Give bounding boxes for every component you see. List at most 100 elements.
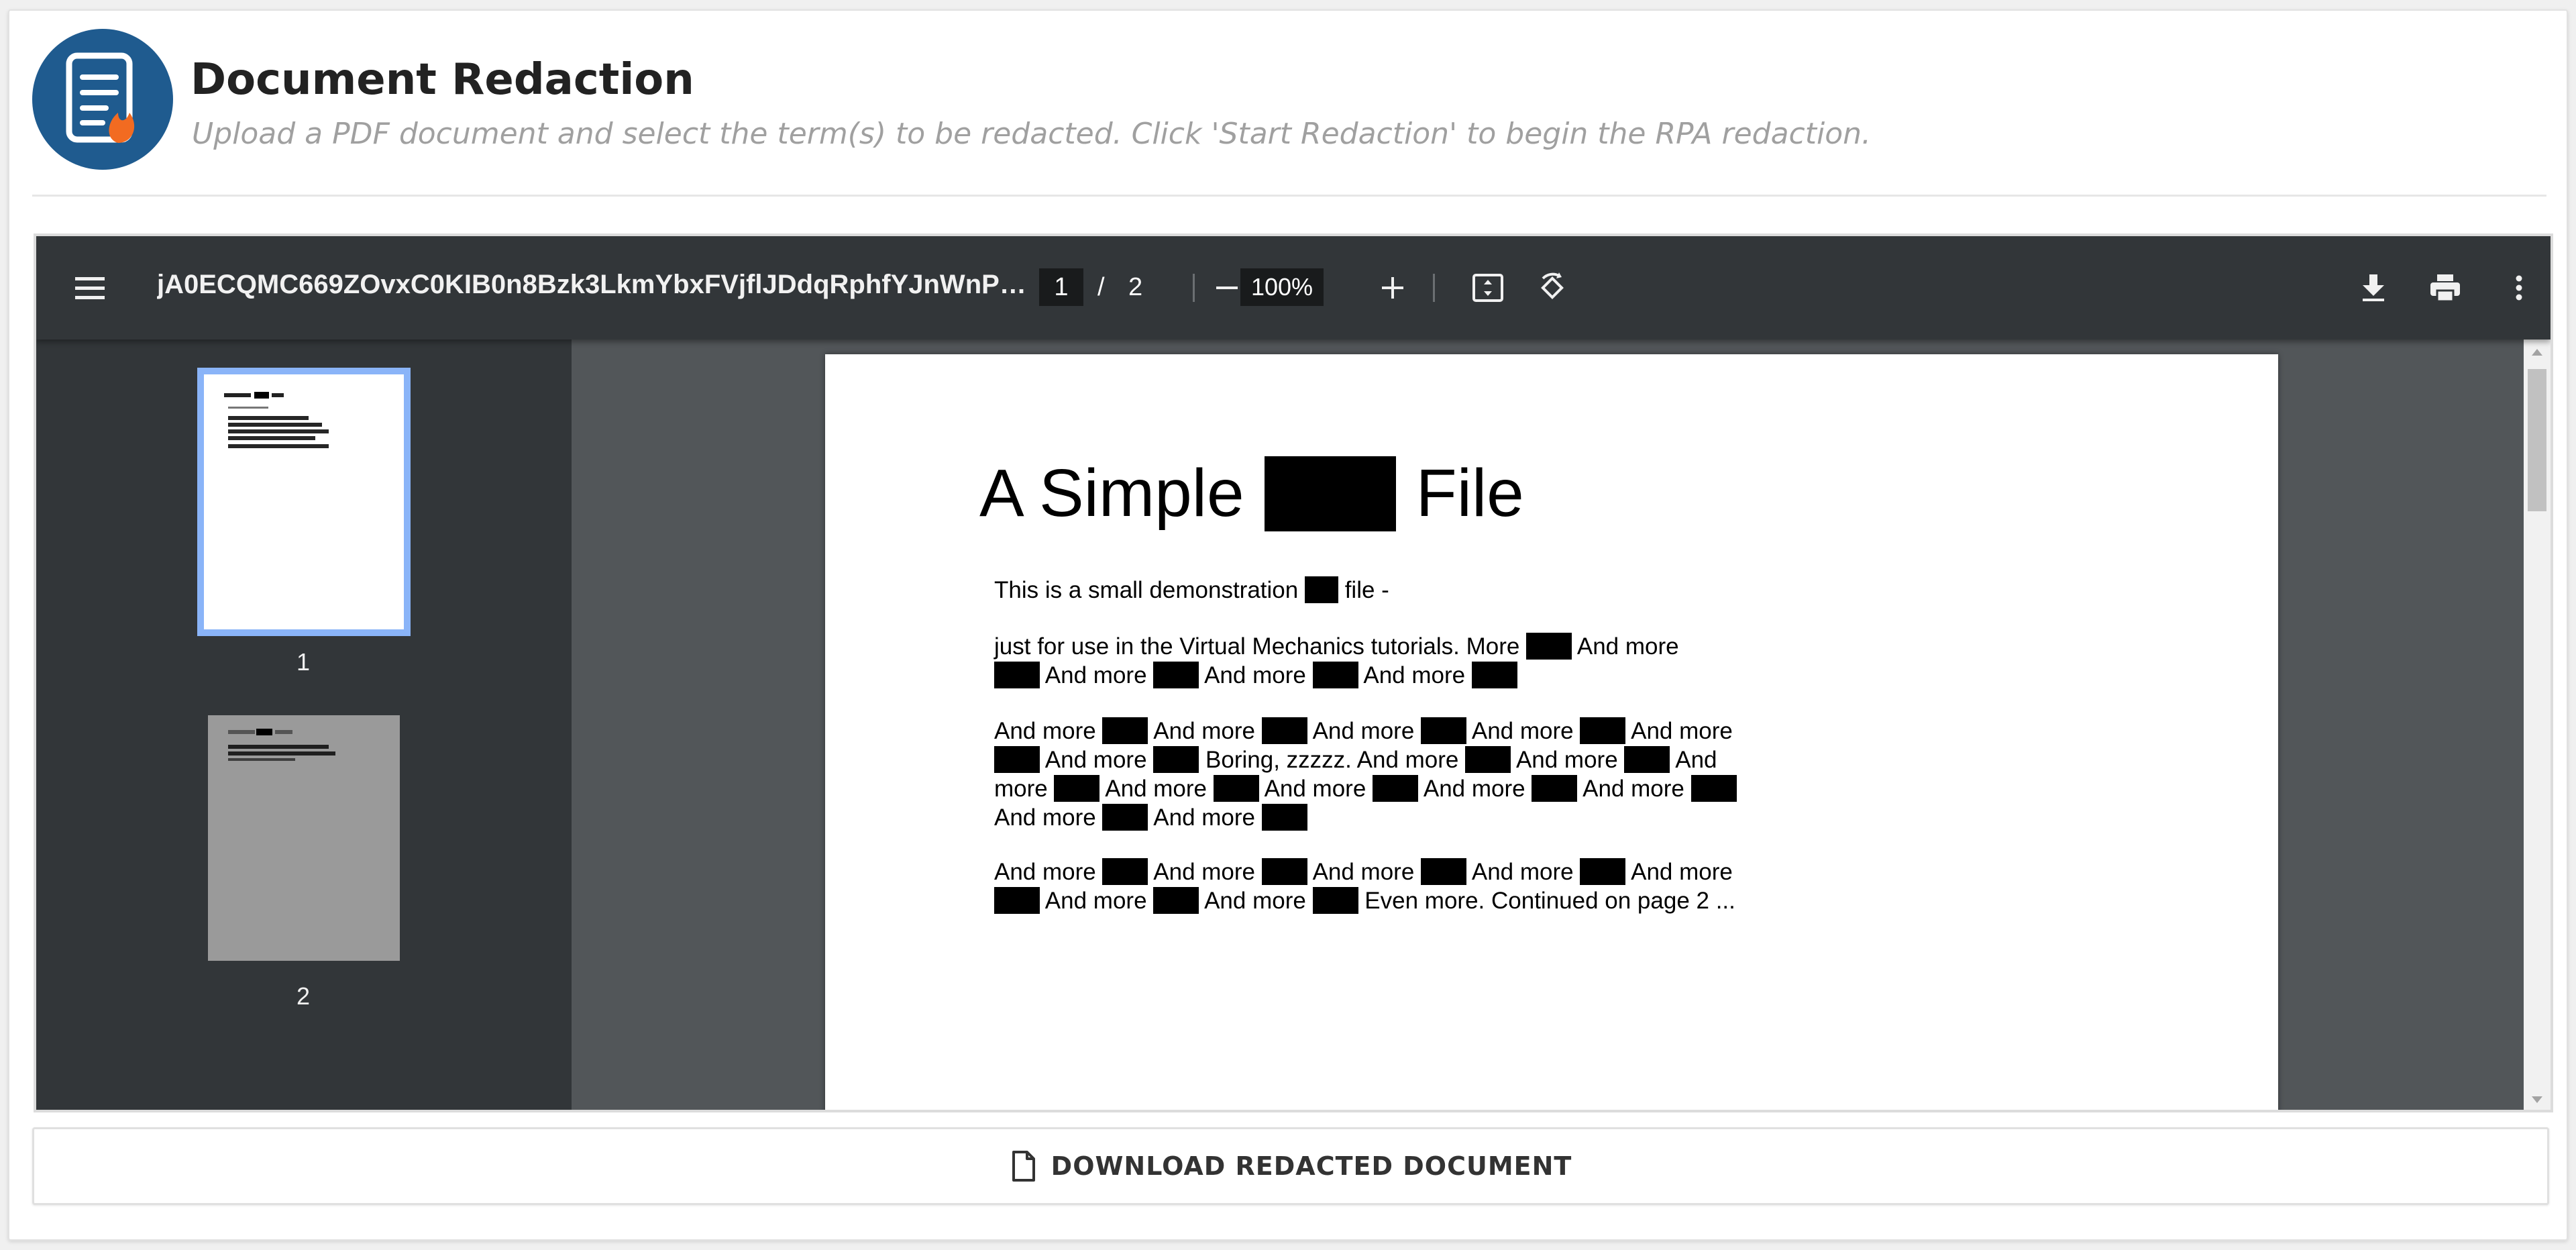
page-title: Document Redaction bbox=[191, 55, 694, 105]
document-logo-icon bbox=[66, 52, 135, 143]
scrollbar-thumb[interactable] bbox=[2528, 369, 2546, 511]
zoom-in-icon[interactable] bbox=[1373, 236, 1413, 340]
toolbar-divider bbox=[1433, 274, 1435, 302]
redaction-block bbox=[1532, 775, 1578, 802]
scroll-down-arrow-icon[interactable] bbox=[2532, 1096, 2542, 1103]
page-thumbnail-2[interactable] bbox=[208, 715, 400, 961]
text-span: And bbox=[1675, 747, 1717, 773]
text-span: And more bbox=[1471, 718, 1574, 744]
text-span: file - bbox=[1338, 577, 1389, 603]
page-thumbnail-1[interactable] bbox=[197, 368, 411, 636]
text-span: Even more. Continued on page 2 ... bbox=[1364, 888, 1735, 914]
text-span: And more bbox=[1582, 776, 1684, 802]
text-span: And more bbox=[994, 859, 1096, 885]
text-span: And more bbox=[1153, 804, 1256, 831]
text-span: And more bbox=[1312, 718, 1415, 744]
text-span: And more bbox=[994, 718, 1096, 744]
redaction-block bbox=[1264, 456, 1396, 531]
pdf-filename: jA0ECQMC669ZOvxC0KIB0n8Bzk3LkmYbxFVjflJD… bbox=[157, 270, 1029, 299]
text-span: And more bbox=[1264, 776, 1366, 802]
redaction-block bbox=[1261, 858, 1307, 885]
document-title: A Simple File bbox=[979, 455, 1524, 532]
paragraph: And more And more And more And more And … bbox=[994, 857, 1735, 915]
redaction-block bbox=[994, 887, 1040, 914]
page-number-input[interactable]: 1 bbox=[1039, 268, 1083, 306]
text-span: just for use in the Virtual Mechanics tu… bbox=[994, 633, 1520, 660]
redaction-block bbox=[1526, 633, 1572, 660]
fit-page-icon[interactable] bbox=[1466, 236, 1509, 340]
text-span: And more bbox=[1363, 662, 1466, 688]
text-span: And more bbox=[1631, 718, 1733, 744]
redaction-block bbox=[1373, 775, 1419, 802]
redaction-block bbox=[1471, 662, 1517, 688]
text-span: And more bbox=[1515, 747, 1618, 773]
text-span: And more bbox=[1153, 718, 1256, 744]
text-span: And more bbox=[1471, 859, 1574, 885]
redaction-block bbox=[1312, 887, 1358, 914]
page-subtitle: Upload a PDF document and select the ter… bbox=[192, 117, 1871, 151]
page-total: 2 bbox=[1128, 273, 1143, 301]
text-span: And more bbox=[1105, 776, 1208, 802]
redaction-block bbox=[1153, 887, 1199, 914]
text-span: more bbox=[994, 776, 1048, 802]
redaction-block bbox=[1421, 717, 1467, 744]
redaction-block bbox=[1213, 775, 1259, 802]
redaction-block bbox=[1102, 717, 1148, 744]
text-span: Boring, zzzzz. And more bbox=[1205, 747, 1459, 773]
text-span: And more bbox=[1576, 633, 1679, 660]
download-icon[interactable] bbox=[2352, 236, 2395, 340]
redaction-block bbox=[1312, 662, 1358, 688]
toolbar-divider bbox=[1193, 274, 1195, 302]
redaction-block bbox=[1153, 662, 1199, 688]
text-span: And more bbox=[994, 804, 1096, 831]
redaction-block bbox=[1421, 858, 1467, 885]
redaction-block bbox=[1624, 746, 1670, 773]
pdf-toolbar: jA0ECQMC669ZOvxC0KIB0n8Bzk3LkmYbxFVjflJD… bbox=[36, 236, 2551, 340]
text-span: And more bbox=[1044, 888, 1147, 914]
text-span: And more bbox=[1631, 859, 1733, 885]
print-icon[interactable] bbox=[2422, 236, 2469, 340]
redaction-block bbox=[1102, 858, 1148, 885]
text-span: And more bbox=[1204, 888, 1306, 914]
redaction-block bbox=[1465, 746, 1511, 773]
scroll-up-arrow-icon[interactable] bbox=[2532, 349, 2542, 356]
thumbnail-label: 1 bbox=[296, 648, 311, 676]
redaction-block bbox=[994, 746, 1040, 773]
thumbnail-label: 2 bbox=[296, 982, 311, 1010]
redaction-block bbox=[1690, 775, 1737, 802]
text-span: And more bbox=[1153, 859, 1256, 885]
pdf-page: A Simple File This is a small demonstrat… bbox=[825, 354, 2278, 1110]
app-logo bbox=[32, 29, 173, 170]
text-span: This is a small demonstration bbox=[994, 577, 1299, 603]
app-card: Document Redaction Upload a PDF document… bbox=[8, 9, 2568, 1241]
redaction-block bbox=[1304, 576, 1338, 603]
paragraph: And more And more And more And more And … bbox=[994, 717, 1737, 832]
file-icon bbox=[1012, 1151, 1035, 1182]
thumbnail-sidebar: 1 2 bbox=[36, 340, 572, 1110]
paragraph: just for use in the Virtual Mechanics tu… bbox=[994, 632, 1679, 690]
redaction-block bbox=[1102, 804, 1148, 831]
header-divider bbox=[32, 195, 2546, 197]
download-button-label: DOWNLOAD REDACTED DOCUMENT bbox=[1051, 1151, 1572, 1181]
document-title-text: A Simple bbox=[979, 456, 1244, 531]
document-title-text: File bbox=[1415, 456, 1524, 531]
redaction-block bbox=[1261, 717, 1307, 744]
download-redacted-button[interactable]: DOWNLOAD REDACTED DOCUMENT bbox=[32, 1127, 2549, 1205]
redaction-block bbox=[994, 662, 1040, 688]
menu-icon[interactable] bbox=[63, 236, 117, 340]
text-span: And more bbox=[1044, 747, 1147, 773]
page-separator: / bbox=[1097, 273, 1105, 301]
paragraph: This is a small demonstration file - bbox=[994, 576, 1389, 605]
redaction-block bbox=[1261, 804, 1307, 831]
viewer-scrollbar[interactable] bbox=[2524, 340, 2551, 1110]
redaction-block bbox=[1580, 717, 1626, 744]
more-icon[interactable] bbox=[2502, 236, 2536, 340]
text-span: And more bbox=[1044, 662, 1147, 688]
zoom-level-input[interactable]: 100% bbox=[1240, 268, 1324, 306]
redaction-block bbox=[1580, 858, 1626, 885]
redaction-block bbox=[1054, 775, 1100, 802]
text-span: And more bbox=[1423, 776, 1525, 802]
text-span: And more bbox=[1204, 662, 1306, 688]
rotate-icon[interactable] bbox=[1531, 236, 1574, 340]
pdf-viewer: jA0ECQMC669ZOvxC0KIB0n8Bzk3LkmYbxFVjflJD… bbox=[34, 233, 2553, 1112]
